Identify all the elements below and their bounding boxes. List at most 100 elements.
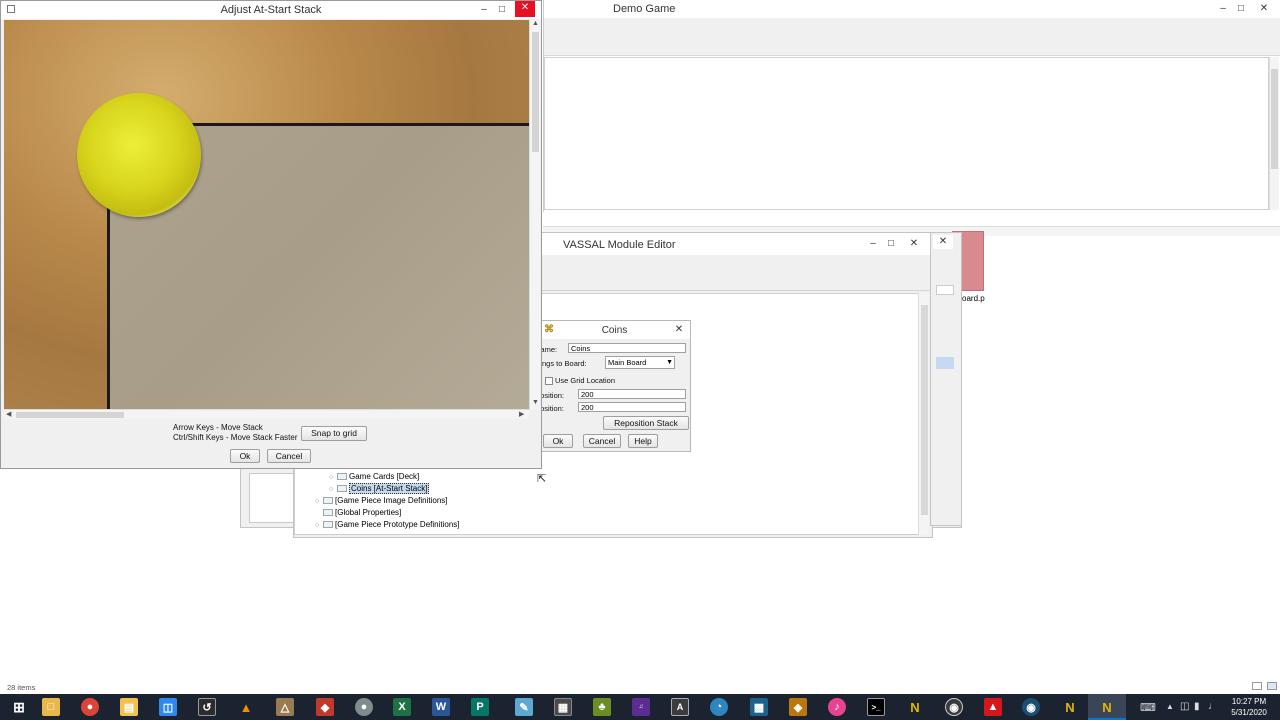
taskbar: ⊞ □ ● ▤ ◫ ↺ ▲ △ ◆ ● X W P ✎ ▦ ♣ ♫ A ◔ ▩ … <box>0 694 1280 720</box>
adjust-stack-window[interactable]: Adjust At-Start Stack – □ ✕ ▲ ▼ ◀ ▶ Arro… <box>0 0 542 469</box>
tree-item-prototype-definitions[interactable]: ○ [Game Piece Prototype Definitions] <box>315 519 460 530</box>
adjust-window-title: Adjust At-Start Stack <box>220 4 322 16</box>
demo-game-toolbar <box>544 18 1280 56</box>
maximize-icon[interactable]: □ <box>1233 2 1249 16</box>
remote-icon[interactable]: ◫ <box>149 694 187 720</box>
view-toggle-icon[interactable] <box>1252 682 1262 690</box>
app-icon[interactable]: ✎ <box>505 694 543 720</box>
cmd-icon[interactable]: >_ <box>857 694 895 720</box>
tree-item-coins[interactable]: ○ Coins [At-Start Stack] <box>329 483 430 494</box>
close-icon[interactable]: ✕ <box>671 323 687 337</box>
x-position-field[interactable]: 200 <box>578 389 686 399</box>
tree-item-label: Coins [At-Start Stack] <box>349 483 430 494</box>
ok-button[interactable]: Ok <box>230 449 260 463</box>
obs-icon[interactable]: ◉ <box>935 694 973 720</box>
app-icon[interactable]: ◆ <box>306 694 344 720</box>
reposition-stack-button[interactable]: Reposition Stack <box>603 416 689 430</box>
app-icon[interactable]: △ <box>266 694 304 720</box>
tree-item-label: [Global Properties] <box>335 508 402 517</box>
minimize-icon[interactable]: – <box>1215 2 1231 16</box>
adjust-titlebar[interactable]: Adjust At-Start Stack – □ ✕ <box>1 1 541 19</box>
chevron-left-icon[interactable]: ◀ <box>6 410 11 418</box>
network-icon[interactable]: ◫ <box>1180 701 1189 712</box>
coins-dialog-title: Coins <box>601 325 628 336</box>
chevron-right-icon[interactable]: ▶ <box>519 410 524 418</box>
app-icon[interactable]: ▩ <box>740 694 778 720</box>
coin-piece[interactable] <box>77 93 201 217</box>
cancel-button[interactable]: Cancel <box>267 449 311 463</box>
excel-icon[interactable]: X <box>383 694 421 720</box>
coins-cancel-button[interactable]: Cancel <box>583 434 621 448</box>
tree-item-label: [Game Piece Prototype Definitions] <box>335 520 460 529</box>
grid-checkbox[interactable] <box>545 377 553 385</box>
vassal-icon[interactable]: N <box>896 694 934 720</box>
maximize-icon[interactable]: □ <box>883 237 899 251</box>
chevron-up-icon[interactable]: ▲ <box>532 20 539 27</box>
app-icon[interactable]: ◔ <box>700 694 738 720</box>
vassal-icon[interactable]: N <box>1051 694 1089 720</box>
steam-icon[interactable]: ◉ <box>1012 694 1050 720</box>
volume-icon[interactable]: ♩ <box>1208 701 1218 712</box>
snap-to-grid-button[interactable]: Snap to grid <box>301 426 367 441</box>
keyboard-icon[interactable]: ⌨ <box>1140 701 1156 714</box>
view-toggle-icon[interactable] <box>1267 682 1277 690</box>
app-icon[interactable]: ● <box>345 694 383 720</box>
clock-date[interactable]: 5/31/2020 <box>1226 708 1272 717</box>
grid-label: Use Grid Location <box>555 376 616 385</box>
chevron-down-icon[interactable]: ▼ <box>532 399 539 406</box>
itunes-icon[interactable]: ♪ <box>818 694 856 720</box>
minimize-icon[interactable]: – <box>865 237 881 251</box>
close-icon[interactable]: ✕ <box>933 235 953 249</box>
coins-titlebar[interactable]: ⌘ Coins ✕ <box>539 321 690 339</box>
close-icon[interactable]: ✕ <box>1256 2 1272 16</box>
file-explorer-icon[interactable]: □ <box>32 694 70 720</box>
horizontal-scrollbar[interactable]: ◀ ▶ <box>4 409 529 419</box>
hint-move: Arrow Keys - Move Stack <box>173 423 263 432</box>
tray-chevron-icon[interactable]: ▲ <box>1166 702 1174 711</box>
vertical-scrollbar[interactable] <box>1269 57 1279 210</box>
battery-icon[interactable]: ▮ <box>1194 701 1200 712</box>
tree-item-game-cards[interactable]: ○ Game Cards [Deck] <box>329 471 419 482</box>
close-icon[interactable]: ✕ <box>906 237 922 251</box>
demo-game-title: Demo Game <box>613 3 676 15</box>
word-icon[interactable]: W <box>422 694 460 720</box>
demo-game-titlebar[interactable]: Demo Game – □ ✕ <box>544 0 1280 18</box>
chevron-down-icon[interactable]: ▼ <box>666 357 673 368</box>
app-icon[interactable]: ◈ <box>779 694 817 720</box>
publisher-icon[interactable]: P <box>461 694 499 720</box>
hint-move-faster: Ctrl/Shift Keys - Move Stack Faster <box>173 433 298 442</box>
app-icon[interactable]: A <box>661 694 699 720</box>
chrome-icon[interactable]: ● <box>71 694 109 720</box>
app-icon[interactable]: ♣ <box>583 694 621 720</box>
calculator-icon[interactable]: ▦ <box>544 694 582 720</box>
coins-ok-button[interactable]: Ok <box>543 434 573 448</box>
name-field[interactable]: Coins <box>568 343 686 353</box>
amazon-music-icon[interactable]: ♫ <box>622 694 660 720</box>
filename-label: oard.p <box>962 294 985 303</box>
demo-game-window[interactable]: Demo Game – □ ✕ <box>543 0 1280 212</box>
editor-tree-scrollbar[interactable] <box>918 293 929 535</box>
vlc-icon[interactable]: ▲ <box>227 694 265 720</box>
editor-inner-left-panel <box>249 473 294 523</box>
coins-help-button[interactable]: Help <box>628 434 658 448</box>
minimize-icon[interactable]: – <box>476 3 492 17</box>
tree-item-global-properties[interactable]: [Global Properties] <box>315 507 401 518</box>
explorer-status: 28 items <box>7 683 36 692</box>
tree-item-image-definitions[interactable]: ○ [Game Piece Image Definitions] <box>315 495 448 506</box>
y-position-field[interactable]: 200 <box>578 402 686 412</box>
board-select-value: Main Board <box>608 358 647 367</box>
vassal-icon[interactable]: N <box>1088 694 1126 720</box>
maximize-icon[interactable]: □ <box>494 3 510 17</box>
board-map-view[interactable] <box>4 20 529 409</box>
clock-time[interactable]: 10:27 PM <box>1226 697 1272 706</box>
tree-item-label: [Game Piece Image Definitions] <box>335 496 448 505</box>
folder-icon[interactable]: ▤ <box>110 694 148 720</box>
coins-dialog[interactable]: ⌘ Coins ✕ Name: Coins Belongs to Board: … <box>527 320 691 452</box>
close-icon[interactable]: ✕ <box>515 1 535 17</box>
demo-game-map-area[interactable] <box>544 57 1269 210</box>
acrobat-icon[interactable]: ▲ <box>974 694 1012 720</box>
tree-item-label: Game Cards [Deck] <box>349 472 420 481</box>
board-select[interactable]: Main Board ▼ <box>605 356 675 369</box>
terminal-icon[interactable]: ↺ <box>188 694 226 720</box>
vertical-scrollbar[interactable]: ▲ ▼ <box>529 20 540 410</box>
